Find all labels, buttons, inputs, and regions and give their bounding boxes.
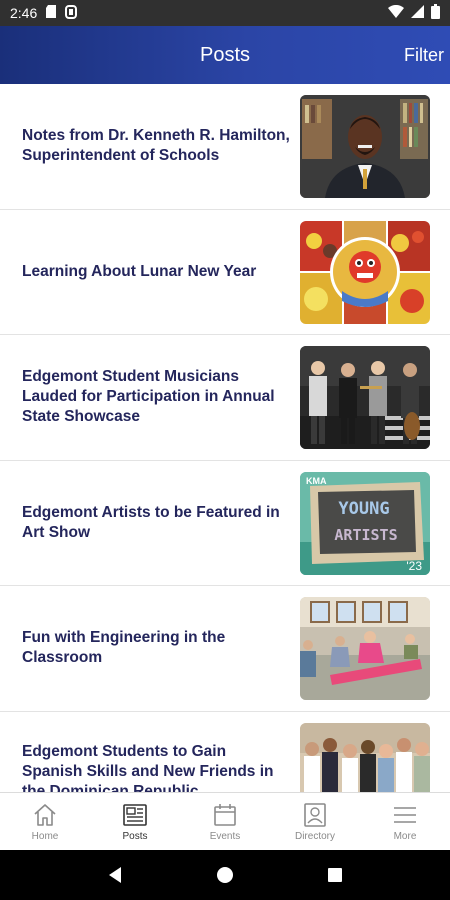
post-thumbnail: [300, 597, 430, 700]
thumb-kma-text: KMA: [306, 476, 327, 486]
nav-events[interactable]: Events: [180, 793, 270, 850]
system-navigation-bar: [0, 850, 450, 900]
nav-more[interactable]: More: [360, 793, 450, 850]
post-item[interactable]: Edgemont Students to Gain Spanish Skills…: [0, 712, 450, 793]
post-item[interactable]: Edgemont Artists to be Featured in Art S…: [0, 461, 450, 586]
nav-directory[interactable]: Directory: [270, 793, 360, 850]
menu-icon: [392, 801, 418, 829]
status-bar: 2:46: [0, 0, 450, 26]
post-item[interactable]: Notes from Dr. Kenneth R. Hamilton, Supe…: [0, 84, 450, 210]
nav-label-posts: Posts: [122, 831, 148, 842]
post-title: Notes from Dr. Kenneth R. Hamilton, Supe…: [22, 127, 290, 165]
post-list[interactable]: Notes from Dr. Kenneth R. Hamilton, Supe…: [0, 84, 450, 792]
nav-home[interactable]: Home: [0, 793, 90, 850]
post-title: Learning About Lunar New Year: [22, 262, 257, 280]
battery-icon: [431, 4, 440, 22]
calendar-icon: [212, 801, 238, 829]
nav-label-home: Home: [31, 831, 59, 842]
post-item[interactable]: Edgemont Student Musicians Lauded for Pa…: [0, 335, 450, 461]
newspaper-icon: [122, 801, 148, 829]
post-thumbnail: [300, 722, 430, 792]
thumb-year-text: '23: [406, 559, 422, 573]
bottom-navigation: Home Posts Events Directory More: [0, 792, 450, 850]
post-thumbnail: [300, 346, 430, 449]
post-title: Edgemont Student Musicians Lauded for Pa…: [22, 368, 275, 426]
thumb-artists-text: ARTISTS: [334, 526, 397, 544]
nav-label-more: More: [393, 831, 417, 842]
post-title: Edgemont Students to Gain Spanish Skills…: [22, 742, 274, 793]
post-title: Fun with Engineering in the Classroom: [22, 629, 226, 667]
nav-label-events: Events: [209, 831, 241, 842]
app-header: Posts Filter: [0, 26, 450, 84]
status-time: 2:46: [10, 5, 38, 21]
signal-icon: [411, 5, 424, 21]
back-triangle-icon: [109, 867, 121, 883]
wifi-icon: [388, 4, 404, 21]
nav-posts[interactable]: Posts: [90, 793, 180, 850]
post-item[interactable]: Learning About Lunar New Year: [0, 210, 450, 335]
home-button[interactable]: [205, 855, 245, 895]
nav-label-directory: Directory: [294, 831, 335, 842]
home-circle-icon: [217, 867, 233, 883]
post-thumbnail: [300, 95, 430, 198]
recents-square-icon: [328, 868, 342, 882]
back-button[interactable]: [95, 855, 135, 895]
post-thumbnail: KMA YOUNG ARTISTS '23: [300, 471, 430, 575]
home-icon: [32, 801, 58, 829]
notification-icon: [65, 4, 78, 22]
post-title: Edgemont Artists to be Featured in Art S…: [22, 503, 280, 541]
recents-button[interactable]: [315, 855, 355, 895]
post-item[interactable]: Fun with Engineering in the Classroom: [0, 586, 450, 712]
post-thumbnail: [300, 220, 430, 324]
thumb-young-text: YOUNG: [338, 499, 389, 519]
contact-card-icon: [302, 801, 328, 829]
sd-card-icon: [45, 5, 57, 21]
page-title: Posts: [199, 44, 251, 66]
filter-button[interactable]: Filter: [396, 26, 444, 84]
